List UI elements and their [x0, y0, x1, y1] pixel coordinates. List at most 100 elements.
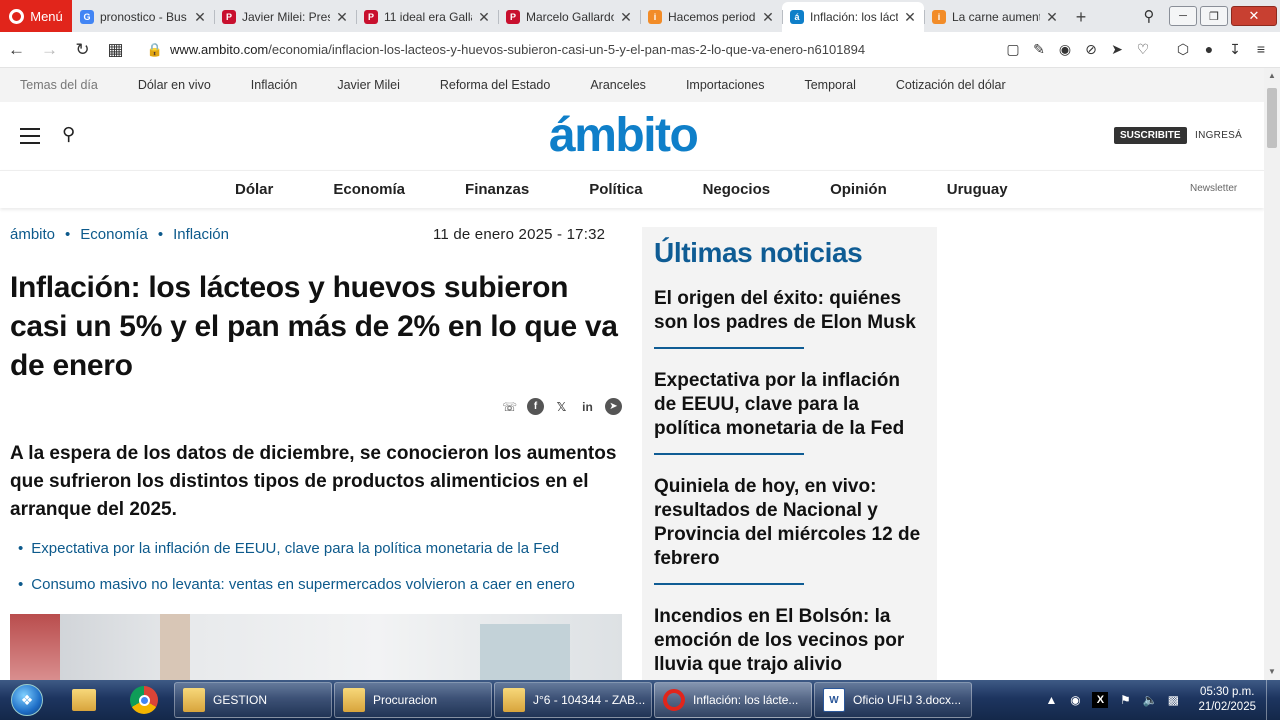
topic-link[interactable]: Cotización del dólar	[896, 78, 1006, 92]
sidebar-title: Últimas noticias	[654, 237, 863, 268]
topic-link[interactable]: Importaciones	[686, 78, 765, 92]
flag-icon[interactable]: ⚑	[1118, 693, 1132, 707]
tab-close-icon[interactable]: ✕	[194, 9, 206, 26]
breadcrumb-separator: •	[157, 226, 164, 243]
reader-mode-icon[interactable]: ▢	[1002, 41, 1024, 58]
related-link[interactable]: Expectativa por la inflación de EEUU, cl…	[31, 540, 559, 557]
scroll-up-icon[interactable]: ▲	[1264, 68, 1280, 84]
topic-link[interactable]: Temporal	[804, 78, 855, 92]
topic-link[interactable]: Aranceles	[590, 78, 646, 92]
tab-close-icon[interactable]: ✕	[1046, 9, 1058, 26]
related-link[interactable]: Consumo masivo no levanta: ventas en sup…	[31, 576, 575, 593]
browser-tab[interactable]: P 11 ideal era Galla ✕	[356, 2, 498, 32]
section-link[interactable]: Economía	[333, 181, 405, 198]
topic-link[interactable]: Reforma del Estado	[440, 78, 550, 92]
forward-icon[interactable]: →	[33, 40, 66, 60]
profile-icon[interactable]: ●	[1198, 41, 1220, 58]
browser-tab[interactable]: P Javier Milei: Pres ✕	[214, 2, 356, 32]
heart-icon[interactable]: ♡	[1132, 41, 1154, 58]
x-twitter-icon[interactable]: 𝕏	[553, 398, 570, 415]
taskbar-task[interactable]: Inflación: los lácte...	[654, 682, 812, 718]
taskbar-task[interactable]: Procuracion	[334, 682, 492, 718]
browser-tab[interactable]: Gpronostico - Bus ✕	[72, 2, 214, 32]
browser-tab[interactable]: i Hacemos period ✕	[640, 2, 782, 32]
related-item[interactable]: • Consumo masivo no levanta: ventas en su…	[18, 576, 575, 593]
windows-taskbar: ❖ GESTION Procuracion J°6 - 104344 - ZAB..…	[0, 680, 1280, 720]
speed-dial-icon[interactable]: ▦	[99, 40, 132, 60]
section-link[interactable]: Negocios	[703, 181, 771, 198]
search-icon[interactable]: ⚲	[62, 124, 75, 145]
camera-icon[interactable]: ◉	[1054, 41, 1076, 58]
browser-tab[interactable]: á Inflación: los láct ✕	[782, 2, 924, 32]
tab-close-icon[interactable]: ✕	[762, 9, 774, 26]
tray-app-icon[interactable]: ◉	[1068, 693, 1082, 707]
newsletter-link[interactable]: Newsletter	[1190, 183, 1237, 194]
taskbar-task[interactable]: W Oficio UFIJ 3.docx...	[814, 682, 972, 718]
section-link[interactable]: Finanzas	[465, 181, 529, 198]
section-link[interactable]: Política	[589, 181, 642, 198]
new-tab-button[interactable]: +	[1066, 2, 1096, 32]
sidebar-news-item[interactable]: El origen del éxito: quiénes son los pad…	[654, 287, 925, 335]
show-desktop-button[interactable]	[1266, 680, 1280, 720]
tab-close-icon[interactable]: ✕	[620, 9, 632, 26]
adblock-icon[interactable]: ⊘	[1080, 41, 1102, 58]
sidebar-divider	[654, 347, 804, 349]
network-icon[interactable]: ▩	[1166, 693, 1180, 707]
hamburger-menu-icon[interactable]	[20, 128, 40, 144]
taskbar-task[interactable]: GESTION	[174, 682, 332, 718]
tab-close-icon[interactable]: ✕	[904, 9, 916, 26]
taskbar-task-label: Procuracion	[373, 693, 438, 707]
pinned-explorer-icon[interactable]	[54, 680, 114, 720]
download-icon[interactable]: ↧	[1224, 41, 1246, 58]
volume-icon[interactable]: 🔈	[1142, 693, 1157, 707]
tab-close-icon[interactable]: ✕	[336, 9, 348, 26]
login-link[interactable]: INGRESÁ	[1195, 130, 1242, 141]
lock-icon[interactable]: 🔒	[140, 42, 170, 58]
scrollbar-thumb[interactable]	[1267, 88, 1277, 148]
subscribe-button[interactable]: SUSCRIBITE	[1114, 127, 1187, 144]
clock[interactable]: 05:30 p.m. 21/02/2025	[1198, 685, 1256, 715]
send-icon[interactable]: ➤	[1106, 41, 1128, 58]
tray-x-icon[interactable]: X	[1092, 692, 1109, 708]
linkedin-icon[interactable]: in	[579, 398, 596, 415]
tab-search-icon[interactable]: ⚲	[1129, 7, 1169, 25]
topic-link[interactable]: Javier Milei	[337, 78, 400, 92]
close-window-button[interactable]: ✕	[1231, 6, 1277, 26]
sidebar-divider	[654, 453, 804, 455]
browser-tab[interactable]: i La carne aument ✕	[924, 2, 1066, 32]
minimize-button[interactable]: ─	[1169, 6, 1197, 26]
opera-menu-button[interactable]: Menú	[0, 0, 72, 32]
breadcrumb-link[interactable]: Economía	[80, 226, 148, 243]
url-field[interactable]: www.ambito.com/economia/inflacion-los-la…	[170, 42, 1002, 57]
browser-tab[interactable]: P Marcelo Gallardo ✕	[498, 2, 640, 32]
tab-close-icon[interactable]: ✕	[478, 9, 490, 26]
telegram-icon[interactable]: ➤	[605, 398, 622, 415]
reload-icon[interactable]: ↻	[66, 40, 99, 60]
section-link[interactable]: Uruguay	[947, 181, 1008, 198]
sidebar-news-item[interactable]: Incendios en El Bolsón: la emoción de lo…	[654, 605, 925, 677]
edit-icon[interactable]: ✎	[1028, 41, 1050, 58]
site-logo[interactable]: ámbito	[549, 108, 699, 163]
pinned-chrome-icon[interactable]	[114, 680, 174, 720]
back-icon[interactable]: ←	[0, 40, 33, 60]
breadcrumb-link[interactable]: Inflación	[173, 226, 229, 243]
section-link[interactable]: Dólar	[235, 181, 273, 198]
easy-setup-icon[interactable]: ≡	[1250, 41, 1272, 58]
perfil-icon: P	[364, 10, 378, 24]
scroll-down-icon[interactable]: ▼	[1264, 664, 1280, 680]
topic-link[interactable]: Inflación	[251, 78, 298, 92]
page-scrollbar[interactable]: ▲ ▼	[1264, 68, 1280, 680]
section-link[interactable]: Opinión	[830, 181, 887, 198]
breadcrumb-link[interactable]: ámbito	[10, 226, 55, 243]
facebook-icon[interactable]: f	[527, 398, 544, 415]
maximize-button[interactable]: ❐	[1200, 6, 1228, 26]
related-item[interactable]: • Expectativa por la inflación de EEUU, c…	[18, 540, 575, 557]
start-button[interactable]: ❖	[0, 680, 54, 720]
taskbar-task[interactable]: J°6 - 104344 - ZAB...	[494, 682, 652, 718]
whatsapp-icon[interactable]: ☏	[501, 398, 518, 415]
tray-expand-icon[interactable]: ▲	[1044, 693, 1058, 707]
extensions-cube-icon[interactable]: ⬡	[1172, 41, 1194, 58]
sidebar-news-item[interactable]: Expectativa por la inflación de EEUU, cl…	[654, 369, 925, 441]
sidebar-news-item[interactable]: Quiniela de hoy, en vivo: resultados de …	[654, 475, 925, 571]
topic-link[interactable]: Dólar en vivo	[138, 78, 211, 92]
